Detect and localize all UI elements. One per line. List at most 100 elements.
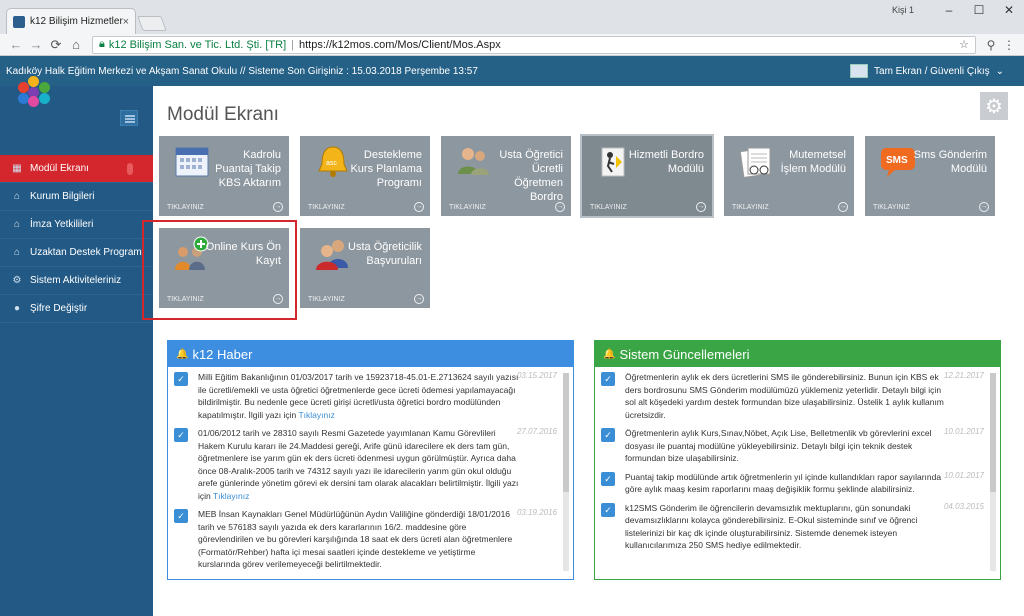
school-session-info: Kadıköy Halk Eğitim Merkezi ve Akşam San… xyxy=(6,65,478,77)
updates-panel-title: Sistem Güncellemeleri xyxy=(619,346,750,362)
tile-footer-label: TIKLAYINIZ xyxy=(590,204,627,211)
browser-tab[interactable]: k12 Bilişim Hizmetleri × xyxy=(6,8,136,34)
home-icon: ⌂ xyxy=(13,191,21,202)
home-icon: ⌂ xyxy=(13,219,21,230)
new-tab-button[interactable] xyxy=(137,16,167,31)
maximize-button[interactable]: ☐ xyxy=(964,3,994,17)
reload-icon[interactable]: ⟳ xyxy=(46,37,66,53)
settings-gear-icon[interactable]: ⚙ xyxy=(980,92,1008,120)
bell-icon: 🔔 xyxy=(176,348,189,360)
tile-footer: TIKLAYINIZ → xyxy=(441,200,571,216)
tile-usta-ogretici-bordro[interactable]: Usta Öğretici Ücretli Öğretmen Bordro TI… xyxy=(441,136,571,216)
tile-footer-label: TIKLAYINIZ xyxy=(732,204,769,211)
search-icon[interactable]: ⚲ xyxy=(982,38,1000,52)
tile-title: Sms Gönderim Modülü xyxy=(913,149,987,175)
close-tab-icon[interactable]: × xyxy=(123,16,129,28)
sidebar-item-modul-ekrani[interactable]: ▦ Modül Ekranı xyxy=(0,155,153,183)
close-window-button[interactable]: ✕ xyxy=(994,3,1024,17)
sidebar-item-label: Modül Ekranı xyxy=(30,163,89,174)
back-icon[interactable]: ← xyxy=(6,37,26,52)
tile-kadrolu-puantaj[interactable]: Kadrolu Puantaj Takip KBS Aktarım TIKLAY… xyxy=(159,136,289,216)
favicon-icon xyxy=(13,15,25,28)
sidebar-item-uzaktan-destek[interactable]: ⌂ Uzaktan Destek Programı xyxy=(0,239,153,267)
tile-footer: TIKLAYINIZ → xyxy=(582,200,712,216)
check-icon: ✓ xyxy=(174,428,188,442)
tile-mutemetsel-islem[interactable]: Mutemetsel İşlem Modülü TIKLAYINIZ → xyxy=(724,136,854,216)
updates-scrollbar[interactable] xyxy=(990,373,996,571)
url-text: https://k12mos.com/Mos/Client/Mos.Aspx xyxy=(299,38,501,51)
sidebar: ▦ Modül Ekranı ⌂ Kurum Bilgileri ⌂ İmza … xyxy=(0,86,153,616)
check-icon: ✓ xyxy=(601,428,615,442)
arrow-right-icon: → xyxy=(414,294,424,304)
update-date: 10.01.2017 xyxy=(943,427,984,436)
profile-label[interactable]: Kişi 1 xyxy=(892,5,914,15)
list-item: ✓ 01/06/2012 tarih ve 28310 sayılı Resmi… xyxy=(174,427,557,502)
arrow-right-icon: → xyxy=(414,202,424,212)
tile-usta-ogreticilik-basvurulari[interactable]: Usta Öğreticilik Başvuruları TIKLAYINIZ → xyxy=(300,228,430,308)
arrow-right-icon: → xyxy=(555,202,565,212)
system-updates-panel: 🔔 Sistem Güncellemeleri ✓ Öğretmenlerin … xyxy=(594,340,1001,580)
browser-menu-icon[interactable]: ⋮ xyxy=(1000,38,1018,52)
update-text: Öğretmenlerin aylık ek ders ücretlerini … xyxy=(625,372,944,420)
check-icon: ✓ xyxy=(174,372,188,386)
news-link[interactable]: Tıklayınız xyxy=(298,410,334,420)
sidebar-item-label: Şifre Değiştir xyxy=(30,303,88,314)
list-item: ✓ Öğretmenlerin aylık ek ders ücretlerin… xyxy=(601,371,984,421)
forward-icon[interactable]: → xyxy=(26,37,46,52)
arrow-right-icon: → xyxy=(273,202,283,212)
update-text: Öğretmenlerin aylık Kurs,Sınav,Nöbet, Aç… xyxy=(625,428,932,463)
sidebar-item-label: Uzaktan Destek Programı xyxy=(30,247,145,258)
sidebar-item-label: Kurum Bilgileri xyxy=(30,191,95,202)
check-icon: ✓ xyxy=(174,509,188,523)
news-panel-header: 🔔 k12 Haber xyxy=(168,341,573,367)
main-area: ▦ Modül Ekranı ⌂ Kurum Bilgileri ⌂ İmza … xyxy=(0,86,1024,616)
news-list: ✓ Milli Eğitim Bakanlığının 01/03/2017 t… xyxy=(174,371,557,579)
sidebar-toggle-icon[interactable] xyxy=(120,110,138,126)
k12-news-panel: 🔔 k12 Haber ✓ Milli Eğitim Bakanlığının … xyxy=(167,340,574,580)
browser-tabbar: k12 Bilişim Hizmetleri × Kişi 1 – ☐ ✕ xyxy=(0,0,1024,34)
tile-footer-label: TIKLAYINIZ xyxy=(308,204,345,211)
sidebar-menu: ▦ Modül Ekranı ⌂ Kurum Bilgileri ⌂ İmza … xyxy=(0,155,153,323)
sidebar-item-kurum-bilgileri[interactable]: ⌂ Kurum Bilgileri xyxy=(0,183,153,211)
tile-footer: TIKLAYINIZ → xyxy=(159,200,289,216)
arrow-right-icon: → xyxy=(696,202,706,212)
tile-footer: TIKLAYINIZ → xyxy=(300,292,430,308)
news-link[interactable]: Tıklayınız xyxy=(213,491,249,501)
arrow-right-icon: → xyxy=(979,202,989,212)
news-scrollbar[interactable] xyxy=(563,373,569,571)
list-item: ✓ Milli Eğitim Bakanlığının 01/03/2017 t… xyxy=(174,371,557,421)
fullscreen-logout-menu[interactable]: Tam Ekran / Güvenli Çıkış ⌄ xyxy=(850,64,1004,78)
active-indicator xyxy=(127,162,133,175)
svg-text:SMS: SMS xyxy=(886,155,908,166)
update-date: 04.03.2015 xyxy=(943,501,984,511)
tile-footer-label: TIKLAYINIZ xyxy=(308,296,345,303)
list-item: ✓ k12SMS Gönderim ile öğrencilerin devam… xyxy=(601,502,984,552)
news-date: 27.07.2016 xyxy=(516,427,557,436)
sidebar-item-sifre-degistir[interactable]: ● Şifre Değiştir xyxy=(0,295,153,323)
monitor-avatar-icon xyxy=(850,64,869,78)
user-icon: ● xyxy=(13,303,21,314)
tile-destekleme-kurs[interactable]: asc Destekleme Kurs Planlama Programı TI… xyxy=(300,136,430,216)
tile-sms-gonderim[interactable]: SMS Sms Gönderim Modülü TIKLAYINIZ → xyxy=(865,136,995,216)
home-icon: ⌂ xyxy=(13,247,21,258)
news-text: MEB İnsan Kaynakları Genel Müdürlüğünün … xyxy=(198,509,513,569)
check-icon: ✓ xyxy=(601,372,615,386)
url-separator: | xyxy=(291,38,294,51)
minimize-button[interactable]: – xyxy=(934,3,964,17)
sidebar-item-sistem-aktiviteleri[interactable]: ⚙ Sistem Aktiviteleriniz xyxy=(0,267,153,295)
update-text: Puantaj takip modülünde artık öğretmenle… xyxy=(625,471,942,495)
home-icon[interactable]: ⌂ xyxy=(66,37,86,52)
content: Modül Ekranı ⚙ Kadrolu Puantaj Takip KBS… xyxy=(153,86,1024,616)
updates-list: ✓ Öğretmenlerin aylık ek ders ücretlerin… xyxy=(601,371,984,579)
k12-logo[interactable] xyxy=(18,72,52,107)
sidebar-item-imza-yetkilileri[interactable]: ⌂ İmza Yetkilileri xyxy=(0,211,153,239)
check-icon: ✓ xyxy=(601,471,615,486)
url-input[interactable]: 🔒︎ k12 Bilişim San. ve Tic. Ltd. Şti. [T… xyxy=(92,35,976,54)
tile-footer: TIKLAYINIZ → xyxy=(865,200,995,216)
list-item: ✓ Puantaj takip modülünde artık öğretmen… xyxy=(601,471,984,496)
svg-text:asc: asc xyxy=(326,160,337,167)
bookmark-star-icon[interactable]: ☆ xyxy=(959,38,969,51)
grid-icon: ▦ xyxy=(12,163,22,174)
tile-hizmetli-bordro[interactable]: Hizmetli Bordro Modülü TIKLAYINIZ → xyxy=(580,134,714,218)
fullscreen-logout-label: Tam Ekran / Güvenli Çıkış xyxy=(874,65,990,77)
